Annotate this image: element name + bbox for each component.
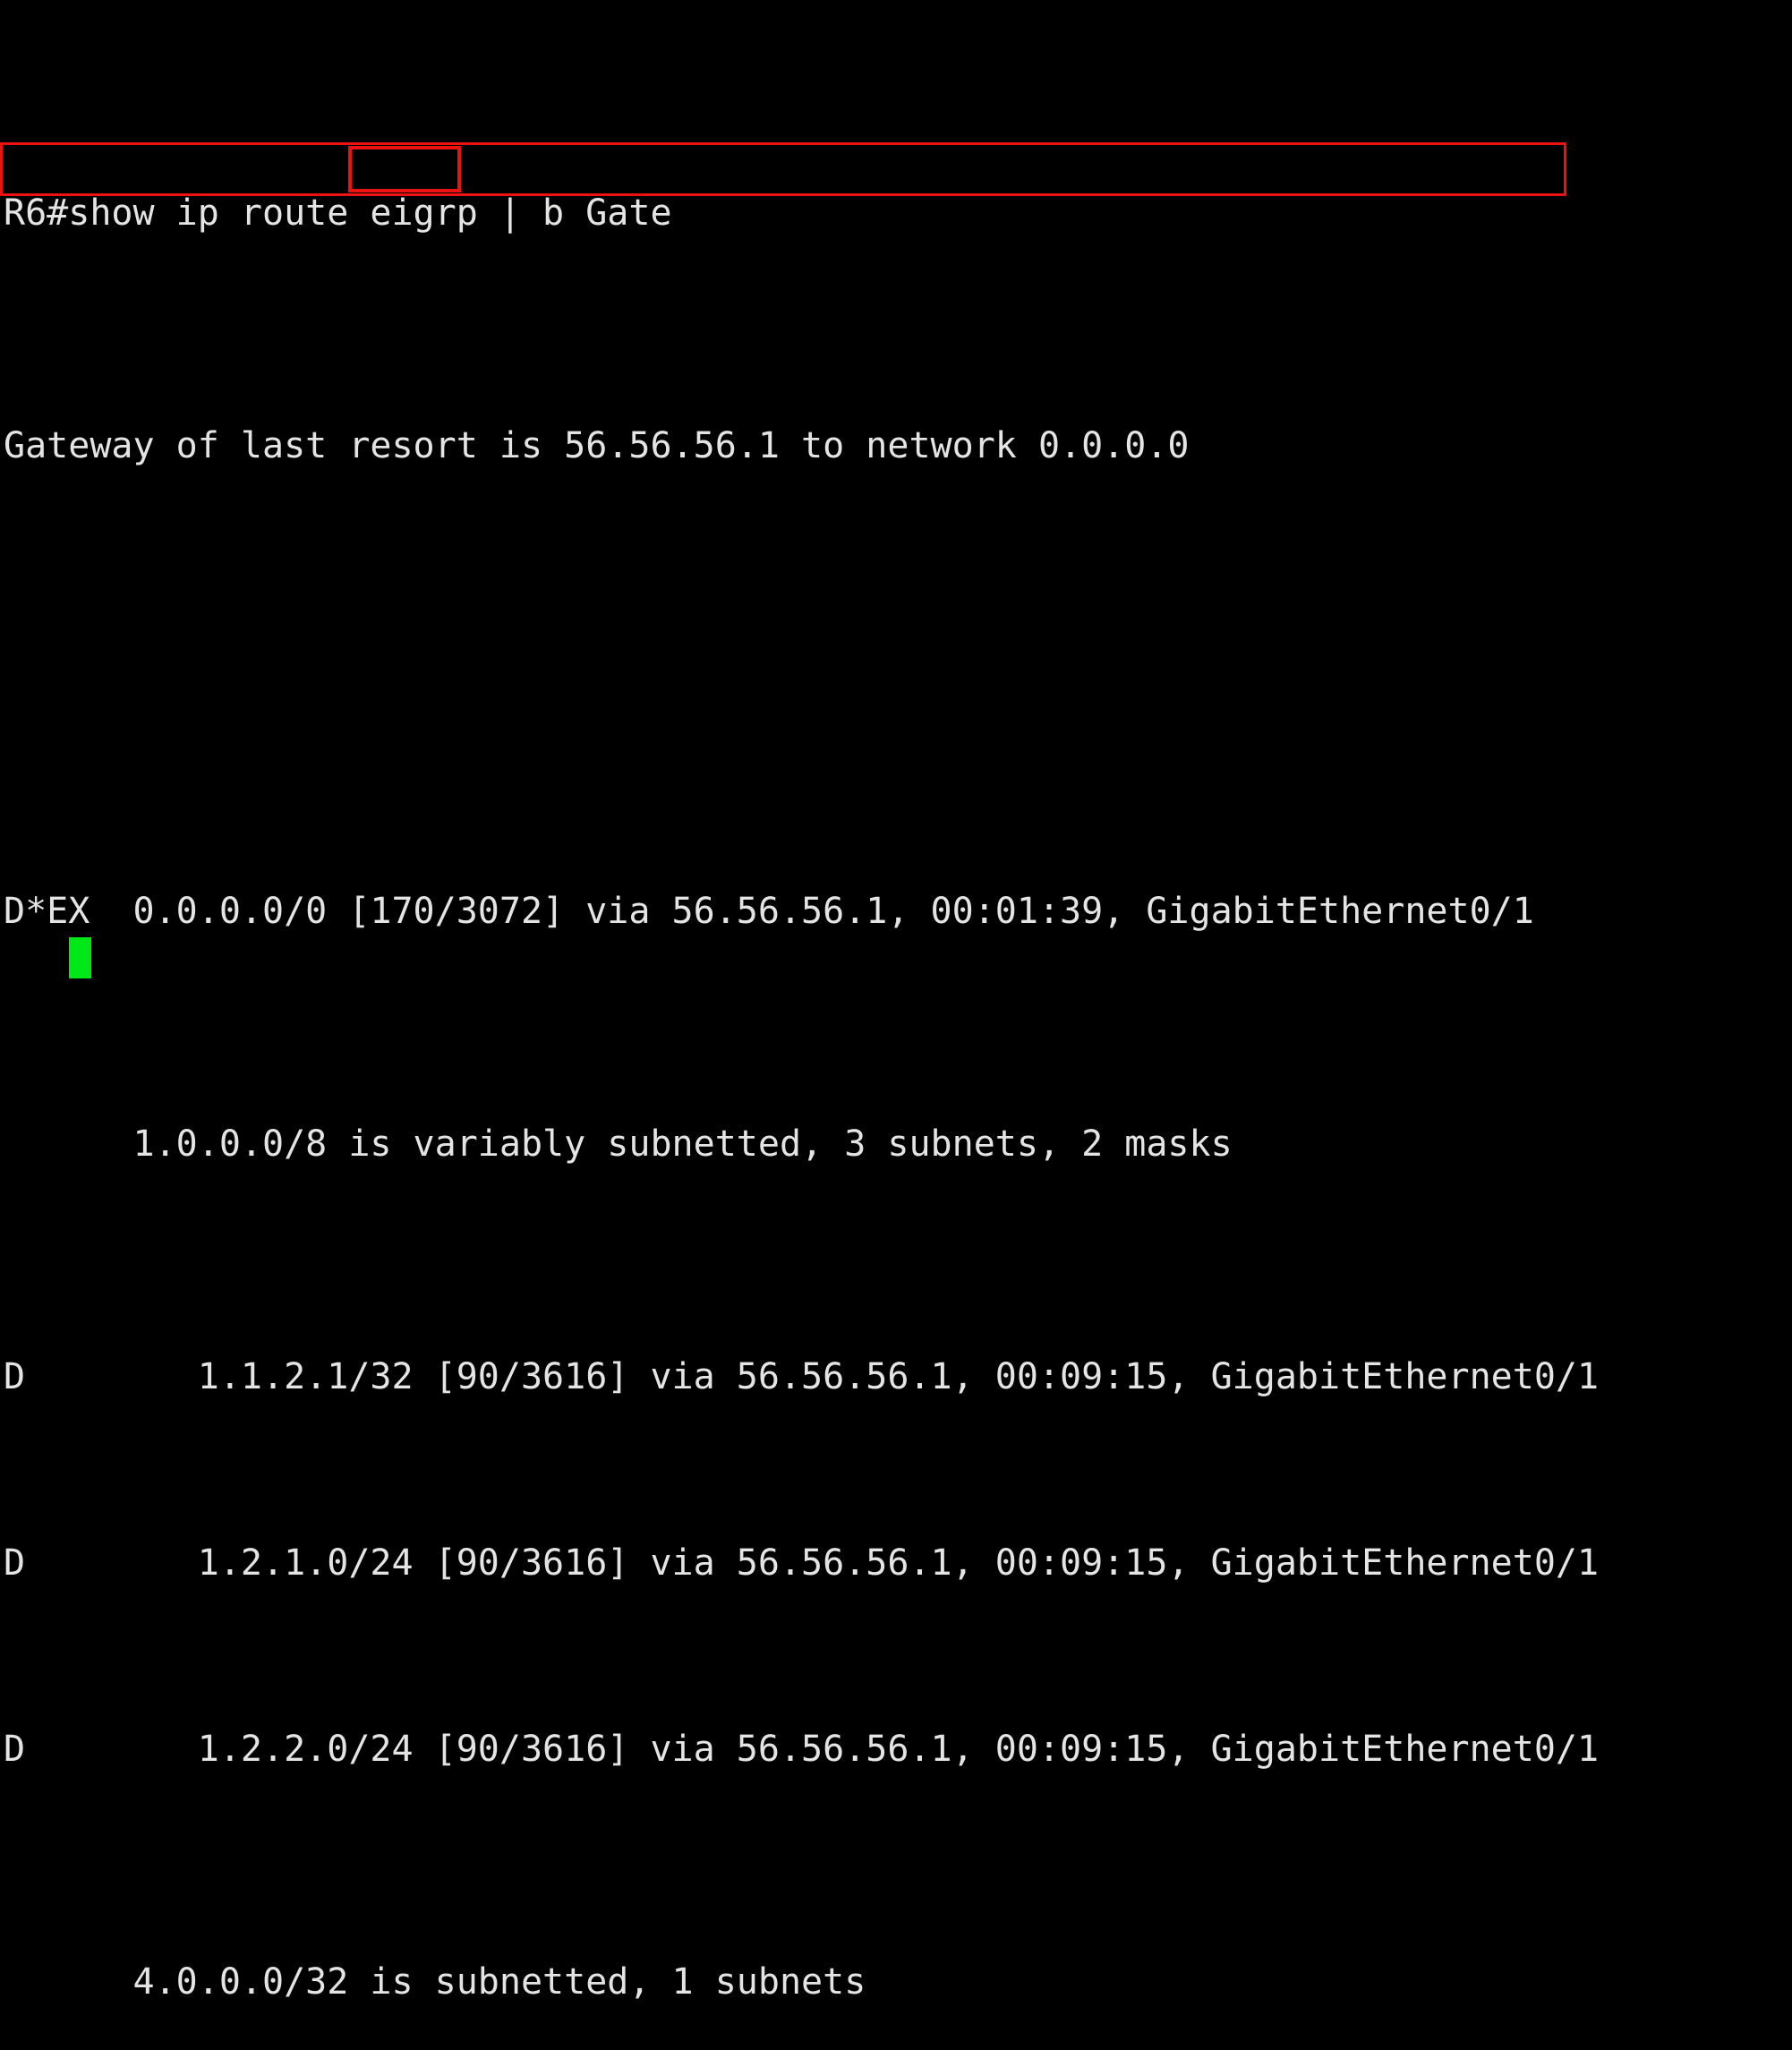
terminal-window[interactable]: R6#show ip route eigrp | b Gate Gateway …: [0, 0, 1792, 2003]
terminal-screen: R6#show ip route eigrp | b Gate Gateway …: [4, 4, 1788, 2050]
route-line-default: D*EX 0.0.0.0/0 [170/3072] via 56.56.56.1…: [4, 891, 1534, 932]
subnet-header-line: 1.0.0.0/8 is variably subnetted, 3 subne…: [4, 1123, 1233, 1165]
route-line: D 1.1.2.1/32 [90/3616] via 56.56.56.1, 0…: [4, 1356, 1600, 1397]
route-line: D 1.2.2.0/24 [90/3616] via 56.56.56.1, 0…: [4, 1729, 1600, 1770]
subnet-header-line: 4.0.0.0/32 is subnetted, 1 subnets: [4, 1961, 866, 2003]
route-line: D 1.2.1.0/24 [90/3616] via 56.56.56.1, 0…: [4, 1542, 1600, 1584]
terminal-cursor: [69, 937, 91, 978]
terminal-line-command: R6#show ip route eigrp | b Gate: [4, 192, 672, 234]
terminal-line-gateway: Gateway of last resort is 56.56.56.1 to …: [4, 425, 1190, 466]
